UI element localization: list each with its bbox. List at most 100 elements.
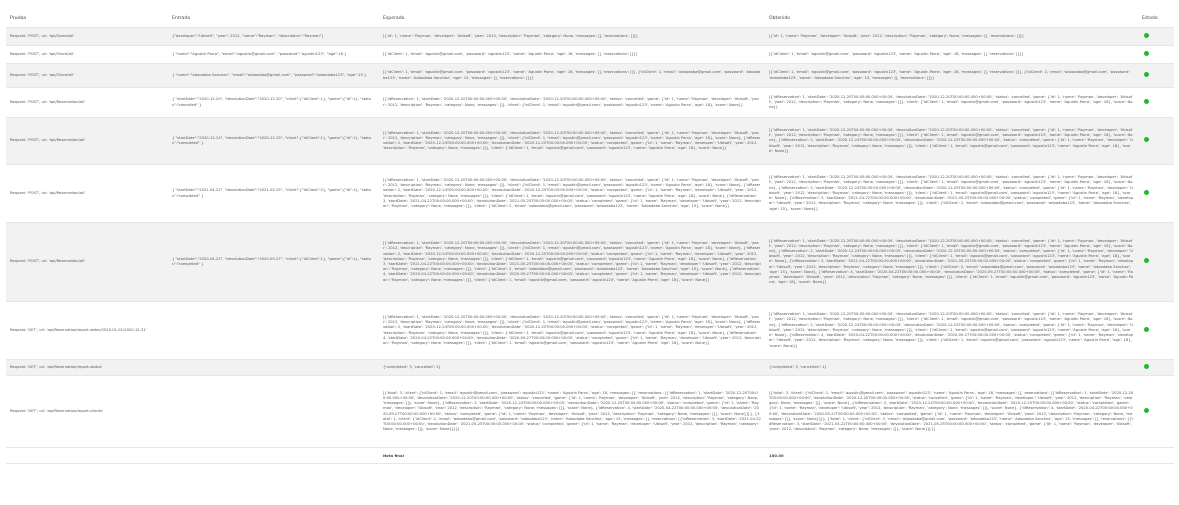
cell-esperado: [{'idReservation': 1, 'startDate': '2020… [379, 222, 765, 302]
cell-prueba-text: Request: 'POST', url: 'api/Reservation/a… [10, 99, 86, 104]
status-dot-icon [1144, 71, 1149, 77]
cell-prueba-text: Request: 'GET', url: 'api/Reservation/re… [10, 364, 103, 369]
status-dot-icon [1144, 50, 1149, 56]
cell-prueba: Request: 'GET', url: 'api/Reservation/re… [6, 375, 168, 448]
cell-obtenido: [{'idReservation': 1, 'startDate': '2020… [765, 87, 1138, 118]
cell-prueba-text: Request: 'POST', url: 'api/Client/all' [10, 72, 74, 77]
cell-entrada-text: { "name":"Agustin Parra", "email":"agust… [172, 51, 347, 56]
cell-esperado: [{'idClient': 1, 'email': 'agustin@gmail… [379, 45, 765, 64]
cell-prueba-text: Request: 'GET', url: 'api/Reservation/re… [10, 327, 147, 332]
cell-entrada: {"developer":"Ubisoft", "year": 2012, "n… [168, 27, 379, 46]
cell-estado [1138, 375, 1174, 448]
cell-obtenido-text: [{'idReservation': 1, 'startDate': '2020… [769, 127, 1134, 153]
cell-esperado: [{'idClient': 1, 'email': 'agustin@gmail… [379, 63, 765, 88]
table-body: Request: 'POST', url: 'api/Game/all' {"de… [6, 27, 1174, 448]
cell-obtenido-text: [{'idReservation': 1, 'startDate': '2020… [769, 312, 1134, 348]
cell-obtenido-text: [{'idReservation': 1, 'startDate': '2020… [769, 175, 1134, 211]
cell-esperado-text: [{'idClient': 1, 'email': 'agustin@gmail… [383, 51, 637, 56]
cell-obtenido-text: [{'idClient': 1, 'email': 'agustin@gmail… [769, 70, 1131, 80]
final-grade-label: Nota final [379, 447, 765, 464]
cell-estado [1138, 117, 1174, 165]
cell-prueba: Request: 'POST', url: 'api/Client/all' [6, 63, 168, 88]
cell-esperado: [{'idReservation': 1, 'startDate': '2020… [379, 301, 765, 360]
cell-entrada [168, 375, 379, 448]
footer-empty-3 [1138, 447, 1174, 464]
cell-obtenido-text: [{'idReservation': 1, 'startDate': '2020… [769, 238, 1134, 285]
footer-empty-2 [168, 447, 379, 464]
cell-esperado-text: [{'idReservation': 1, 'startDate': '2020… [383, 97, 759, 107]
status-dot-icon [1144, 189, 1149, 195]
table-footer: Nota final 100.00 [6, 447, 1174, 464]
cell-obtenido-text: [{'idReservation': 1, 'startDate': '2020… [769, 94, 1133, 110]
cell-obtenido: [{'idClient': 1, 'email': 'agustin@gmail… [765, 45, 1138, 64]
cell-obtenido-text: [{'id': 1, 'name': 'Rayman', 'developer'… [769, 33, 1024, 38]
status-dot-icon [1144, 407, 1149, 413]
cell-esperado: [{'id': 1, 'name': 'Rayman', 'developer'… [379, 27, 765, 46]
cell-esperado: {'completed': 3, 'cancelled': 1} [379, 359, 765, 376]
cell-estado [1138, 301, 1174, 360]
cell-prueba: Request: 'POST', url: 'api/Reservation/a… [6, 164, 168, 223]
cell-prueba: Request: 'POST', url: 'api/Game/all' [6, 27, 168, 46]
cell-esperado-text: [{'idReservation': 1, 'startDate': '2020… [383, 130, 761, 151]
cell-obtenido: [{'idReservation': 1, 'startDate': '2020… [765, 301, 1138, 360]
cell-esperado: [{'total': 3, 'client': {'idClient': 1, … [379, 375, 765, 448]
cell-prueba-text: Request: 'POST', url: 'api/Game/all' [10, 33, 75, 38]
status-dot-icon [1144, 363, 1149, 369]
cell-entrada-text: { "startDate":"2021-04-22", "devolutionD… [172, 188, 372, 198]
cell-prueba: Request: 'POST', url: 'api/Reservation/a… [6, 87, 168, 118]
cell-estado [1138, 45, 1174, 64]
status-dot-icon [1144, 258, 1149, 264]
cell-estado [1138, 164, 1174, 223]
cell-obtenido: {'completed': 3, 'cancelled': 1} [765, 359, 1138, 376]
cell-estado [1138, 359, 1174, 376]
cell-obtenido-text: {'completed': 3, 'cancelled': 1} [769, 364, 827, 369]
cell-esperado-text: [{'idReservation': 1, 'startDate': '2020… [383, 177, 761, 208]
cell-entrada-text: {"developer":"Ubisoft", "year": 2012, "n… [172, 33, 324, 38]
header-row: Prueba Entrada Esperado Obtenido Estado [6, 10, 1174, 28]
table-row: Request: 'POST', url: 'api/Client/all' { … [6, 63, 1174, 88]
header-esperado: Esperado [379, 10, 765, 28]
header-entrada: Entrada [168, 10, 379, 28]
table-row: Request: 'POST', url: 'api/Client/all' { … [6, 45, 1174, 64]
cell-esperado: [{'idReservation': 1, 'startDate': '2020… [379, 164, 765, 223]
cell-prueba: Request: 'GET', url: 'api/Reservation/re… [6, 301, 168, 360]
table-header: Prueba Entrada Esperado Obtenido Estado [6, 10, 1174, 28]
cell-prueba: Request: 'POST', url: 'api/Client/all' [6, 45, 168, 64]
cell-obtenido-text: [{'total': 3, 'client': {'idClient': 1, … [769, 390, 1134, 432]
cell-prueba-text: Request: 'POST', url: 'api/Client/all' [10, 51, 74, 56]
table-row: Request: 'POST', url: 'api/Reservation/a… [6, 222, 1174, 302]
cell-obtenido: [{'idReservation': 1, 'startDate': '2020… [765, 117, 1138, 165]
final-grade-value: 100.00 [765, 447, 1138, 464]
cell-obtenido: [{'idClient': 1, 'email': 'agustin@gmail… [765, 63, 1138, 88]
table-row: Request: 'GET', url: 'api/Reservation/re… [6, 301, 1174, 360]
cell-entrada: { "startDate":"2021-04-22", "devolutionD… [168, 164, 379, 223]
cell-obtenido: [{'total': 3, 'client': {'idClient': 1, … [765, 375, 1138, 448]
cell-estado [1138, 63, 1174, 88]
cell-obtenido: [{'id': 1, 'name': 'Rayman', 'developer'… [765, 27, 1138, 46]
cell-entrada [168, 301, 379, 360]
status-dot-icon [1144, 326, 1149, 332]
status-dot-icon [1144, 137, 1149, 143]
footer-empty-1 [6, 447, 168, 464]
header-obtenido: Obtenido [765, 10, 1138, 28]
table-row: Request: 'POST', url: 'api/Reservation/a… [6, 87, 1174, 118]
cell-entrada: { "name":"Adoodaba Sanchez", "email":"ad… [168, 63, 379, 88]
cell-obtenido: [{'idReservation': 1, 'startDate': '2020… [765, 164, 1138, 223]
table-row: Request: 'GET', url: 'api/Reservation/re… [6, 375, 1174, 448]
cell-prueba: Request: 'GET', url: 'api/Reservation/re… [6, 359, 168, 376]
cell-estado [1138, 87, 1174, 118]
table-row: Request: 'POST', url: 'api/Game/all' {"de… [6, 27, 1174, 46]
cell-entrada: { "startDate":"2020-12-20", "devolutionD… [168, 87, 379, 118]
cell-obtenido: [{'idReservation': 1, 'startDate': '2020… [765, 222, 1138, 302]
cell-prueba: Request: 'POST', url: 'api/Reservation/a… [6, 117, 168, 165]
cell-entrada: { "startDate":"2020-04-22", "devolutionD… [168, 222, 379, 302]
cell-esperado: [{'idReservation': 1, 'startDate': '2020… [379, 87, 765, 118]
cell-prueba-text: Request: 'POST', url: 'api/Reservation/a… [10, 138, 86, 143]
cell-esperado-text: {'completed': 3, 'cancelled': 1} [383, 364, 441, 369]
cell-obtenido-text: [{'idClient': 1, 'email': 'agustin@gmail… [769, 51, 1023, 56]
table-row: Request: 'POST', url: 'api/Reservation/a… [6, 164, 1174, 223]
cell-estado [1138, 222, 1174, 302]
cell-esperado-text: [{'idReservation': 1, 'startDate': '2020… [383, 314, 761, 345]
cell-entrada [168, 359, 379, 376]
cell-entrada-text: { "name":"Adoodaba Sanchez", "email":"ad… [172, 72, 367, 77]
